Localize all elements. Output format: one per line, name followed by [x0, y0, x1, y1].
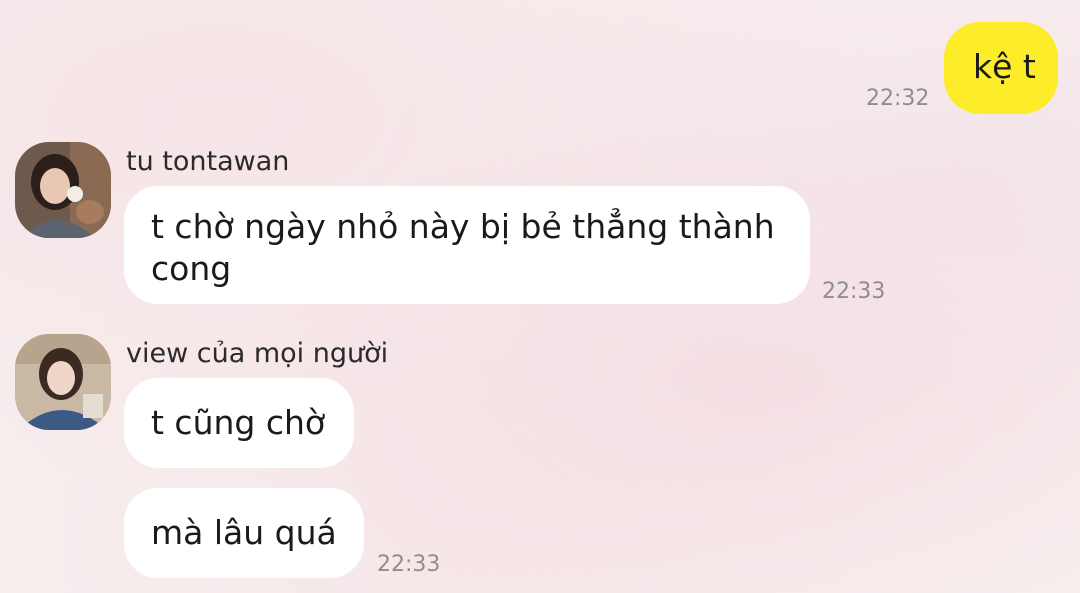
message-text: t chờ ngày nhỏ này bị bẻ thẳng thành con…	[151, 207, 775, 288]
sender-avatar[interactable]	[15, 142, 111, 238]
chat-thread: kệ t 22:32 tu tontawan t chờ ngày nhỏ nà…	[0, 0, 1080, 593]
outgoing-message-bubble[interactable]: kệ t	[944, 22, 1058, 114]
message-timestamp: 22:33	[377, 552, 441, 577]
sender-avatar[interactable]	[15, 334, 111, 430]
message-timestamp: 22:32	[866, 86, 930, 111]
incoming-message-bubble[interactable]: t cũng chờ	[124, 378, 354, 468]
avatar-image	[15, 334, 111, 430]
sender-name: view của mọi người	[126, 338, 389, 369]
message-text: mà lâu quá	[151, 513, 337, 552]
incoming-message-bubble[interactable]: mà lâu quá	[124, 488, 364, 578]
message-text: kệ t	[973, 47, 1036, 86]
incoming-message-bubble[interactable]: t chờ ngày nhỏ này bị bẻ thẳng thành con…	[124, 186, 810, 304]
message-text: t cũng chờ	[151, 403, 326, 442]
sender-name: tu tontawan	[126, 146, 290, 177]
message-timestamp: 22:33	[822, 279, 886, 304]
avatar-image	[15, 142, 111, 238]
